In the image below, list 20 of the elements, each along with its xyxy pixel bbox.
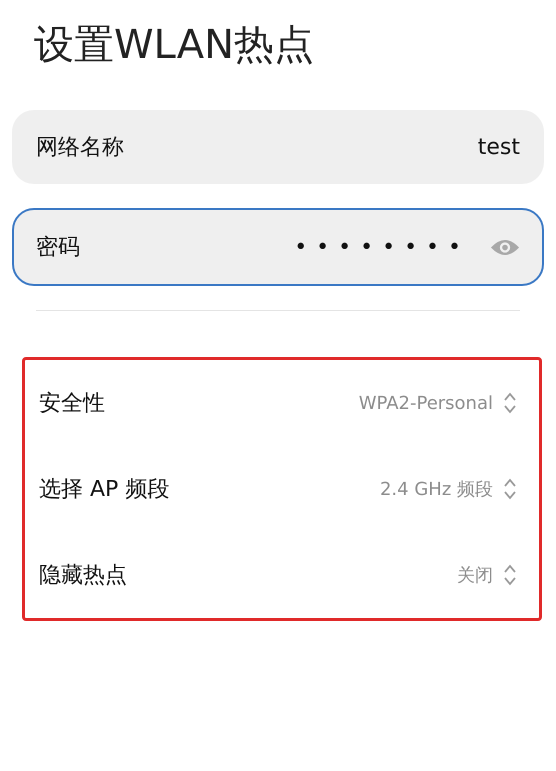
field-label: 网络名称 [36,134,124,162]
settings-row[interactable]: 隐藏热点 关闭 [39,532,517,618]
page-title: 设置WLAN热点 [34,21,316,70]
setting-value: WPA2-Personal [358,392,493,414]
setting-label: 安全性 [39,390,105,418]
up-down-icon [503,563,517,587]
input-field[interactable]: 网络名称 test [12,110,544,184]
setting-label: 选择 AP 频段 [39,476,170,504]
setting-label: 隐藏热点 [39,562,127,590]
input-field[interactable]: 密码 •••••••• [12,208,544,286]
settings-row[interactable]: 选择 AP 频段 2.4 GHz 频段 [39,446,517,532]
setting-value: 关闭 [457,564,493,587]
up-down-icon [503,391,517,415]
settings-row[interactable]: 安全性 WPA2-Personal [39,360,517,446]
field-value: test [478,134,520,160]
field-value: •••••••• [294,234,470,260]
field-label: 密码 [36,234,80,262]
up-down-icon [503,477,517,501]
eye-icon[interactable] [490,238,520,256]
setting-value: 2.4 GHz 频段 [380,478,493,501]
